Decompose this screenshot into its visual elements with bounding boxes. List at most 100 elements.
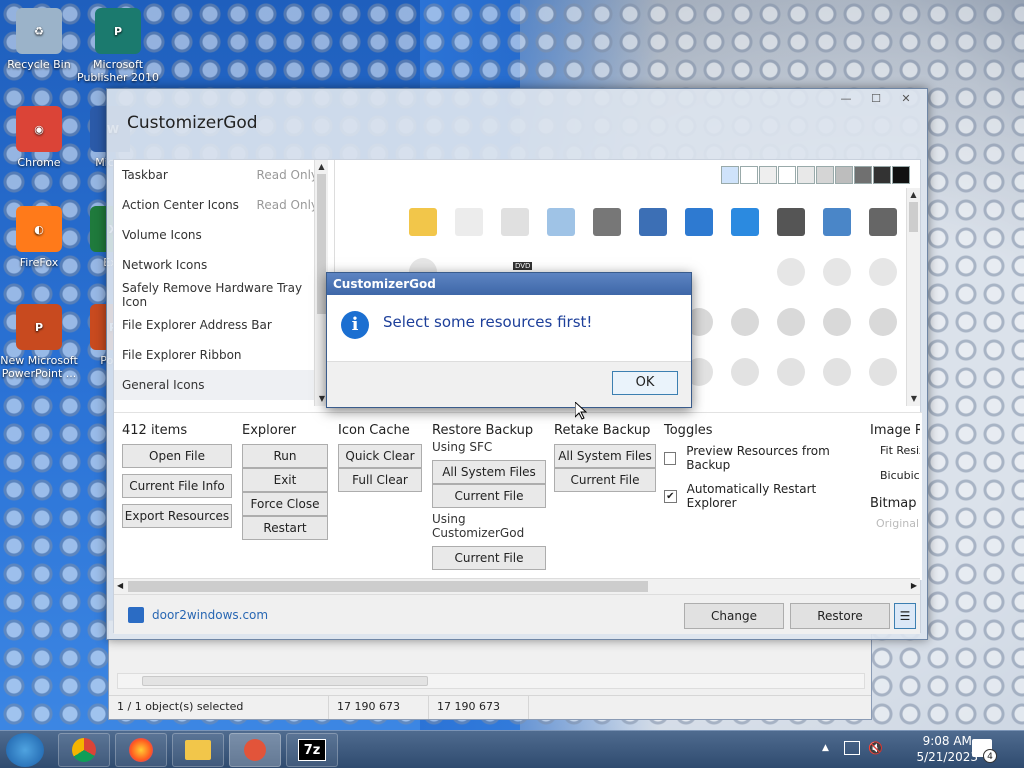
background-swatch[interactable]	[873, 166, 891, 184]
resource-icon[interactable]	[823, 258, 851, 286]
category-list[interactable]: Taskbar Read Only Action Center Icons Read …	[114, 160, 328, 406]
dialog-title: CustomizerGod	[327, 273, 691, 295]
background-swatch[interactable]	[816, 166, 834, 184]
background-swatch[interactable]	[778, 166, 796, 184]
background-swatch[interactable]	[835, 166, 853, 184]
icon-grid-scrollbar[interactable]: ▲ ▼	[906, 188, 920, 406]
start-button[interactable]	[6, 733, 44, 767]
network-icon[interactable]	[844, 741, 860, 755]
resource-icon[interactable]	[731, 208, 759, 236]
resource-icon[interactable]	[685, 208, 713, 236]
resource-icon[interactable]	[869, 308, 897, 336]
resource-icon[interactable]	[777, 308, 805, 336]
grid-scroll-up-arrow[interactable]: ▲	[907, 188, 920, 202]
maximize-button[interactable]: ☐	[861, 90, 891, 108]
scroll-left-arrow[interactable]: ◀	[117, 581, 123, 590]
resource-icon[interactable]	[639, 208, 667, 236]
current-file-info-button[interactable]: Current File Info	[122, 474, 232, 498]
resource-icon[interactable]	[869, 258, 897, 286]
resource-icon[interactable]	[869, 358, 897, 386]
scroll-right-arrow[interactable]: ▶	[911, 581, 917, 590]
door2windows-link[interactable]: door2windows.com	[152, 608, 268, 622]
ok-button[interactable]: OK	[612, 371, 678, 395]
retake-all-system-files-button[interactable]: All System Files	[554, 444, 656, 468]
auto-restart-toggle[interactable]: ✔ Automatically Restart Explorer	[664, 482, 864, 510]
restore-all-system-files-button[interactable]: All System Files	[432, 460, 546, 484]
fit-resize-option[interactable]: Fit Resize	[880, 444, 920, 457]
background-swatch[interactable]	[721, 166, 739, 184]
export-resources-button[interactable]: Export Resources	[122, 504, 232, 528]
resource-icon[interactable]	[869, 208, 897, 236]
taskbar-customizergod-button[interactable]	[229, 733, 281, 767]
minimize-button[interactable]: —	[831, 90, 861, 108]
menu-button[interactable]: ☰	[894, 603, 916, 629]
run-button[interactable]: Run	[242, 444, 328, 468]
actions-scroll-thumb[interactable]	[128, 581, 648, 592]
resource-icon[interactable]	[777, 208, 805, 236]
category-list-item[interactable]: Action Center Icons Read Only	[114, 190, 328, 220]
scroll-thumb[interactable]	[317, 174, 326, 314]
resource-icon[interactable]	[731, 308, 759, 336]
explorer-scroll-thumb[interactable]	[142, 676, 428, 686]
grid-scroll-thumb[interactable]	[909, 202, 918, 232]
taskbar-explorer-button[interactable]	[172, 733, 224, 767]
background-swatch[interactable]	[797, 166, 815, 184]
category-list-item[interactable]: File Explorer Ribbon	[114, 340, 328, 370]
background-swatch[interactable]	[854, 166, 872, 184]
explorer-horizontal-scrollbar[interactable]	[117, 673, 865, 689]
restore-current-file-button[interactable]: Current File	[432, 484, 546, 508]
category-list-item[interactable]: Network Icons	[114, 250, 328, 280]
taskbar-firefox-button[interactable]	[115, 733, 167, 767]
full-clear-button[interactable]: Full Clear	[338, 468, 422, 492]
resource-icon[interactable]	[409, 208, 437, 236]
desktop-icon[interactable]: P New Microsoft PowerPoint ...	[0, 304, 84, 380]
resource-icon[interactable]	[501, 208, 529, 236]
open-file-button[interactable]: Open File	[122, 444, 232, 468]
change-button[interactable]: Change	[684, 603, 784, 629]
exit-button[interactable]: Exit	[242, 468, 328, 492]
volume-muted-icon[interactable]: 🔇	[868, 741, 883, 755]
resource-icon[interactable]	[547, 208, 575, 236]
explorer-status-bar: 1 / 1 object(s) selected 17 190 673 17 1…	[109, 695, 871, 719]
original-option[interactable]: Original	[876, 517, 920, 530]
resource-icon[interactable]	[823, 358, 851, 386]
resource-icon[interactable]	[823, 208, 851, 236]
actions-horizontal-scrollbar[interactable]: ◀ ▶	[114, 578, 920, 594]
clock[interactable]: 9:08 AM 5/21/2023	[916, 733, 978, 765]
desktop-app-icon: ◐	[16, 206, 62, 252]
force-close-button[interactable]: Force Close	[242, 492, 328, 516]
background-swatch[interactable]	[740, 166, 758, 184]
retake-current-file-button[interactable]: Current File	[554, 468, 656, 492]
bicubic-option[interactable]: Bicubic R	[880, 469, 920, 482]
desktop-icon-label: New Microsoft PowerPoint ...	[0, 354, 78, 380]
desktop-icon[interactable]: ◐ FireFox	[0, 206, 84, 269]
resource-icon[interactable]	[777, 258, 805, 286]
resource-icon[interactable]	[593, 208, 621, 236]
taskbar-7zip-button[interactable]: 7z	[286, 733, 338, 767]
checkbox[interactable]	[664, 451, 677, 465]
restore-cg-current-file-button[interactable]: Current File	[432, 546, 546, 570]
resource-icon[interactable]	[731, 358, 759, 386]
resource-icon[interactable]	[777, 358, 805, 386]
resource-icon[interactable]	[823, 308, 851, 336]
preview-backup-toggle[interactable]: Preview Resources from Backup	[664, 444, 864, 472]
grid-scroll-down-arrow[interactable]: ▼	[907, 392, 921, 406]
desktop-icon[interactable]: ◉ Chrome	[0, 106, 84, 169]
restart-button[interactable]: Restart	[242, 516, 328, 540]
scroll-up-arrow[interactable]: ▲	[315, 160, 328, 174]
taskbar-chrome-button[interactable]	[58, 733, 110, 767]
close-button[interactable]: ✕	[891, 90, 921, 108]
quick-clear-button[interactable]: Quick Clear	[338, 444, 422, 468]
background-swatch[interactable]	[892, 166, 910, 184]
checkbox[interactable]: ✔	[664, 489, 677, 503]
resource-icon[interactable]	[455, 208, 483, 236]
restore-button[interactable]: Restore	[790, 603, 890, 629]
category-list-item[interactable]: File Explorer Address Bar	[114, 310, 328, 340]
desktop-icon[interactable]: P Microsoft Publisher 2010	[70, 8, 166, 84]
category-list-item[interactable]: Taskbar Read Only	[114, 160, 328, 190]
background-swatch[interactable]	[759, 166, 777, 184]
category-list-item[interactable]: Safely Remove Hardware Tray Icon	[114, 280, 328, 310]
tray-expand-icon[interactable]: ▲	[822, 743, 829, 753]
category-list-item[interactable]: Volume Icons	[114, 220, 328, 250]
category-list-item[interactable]: General Icons	[114, 370, 328, 400]
